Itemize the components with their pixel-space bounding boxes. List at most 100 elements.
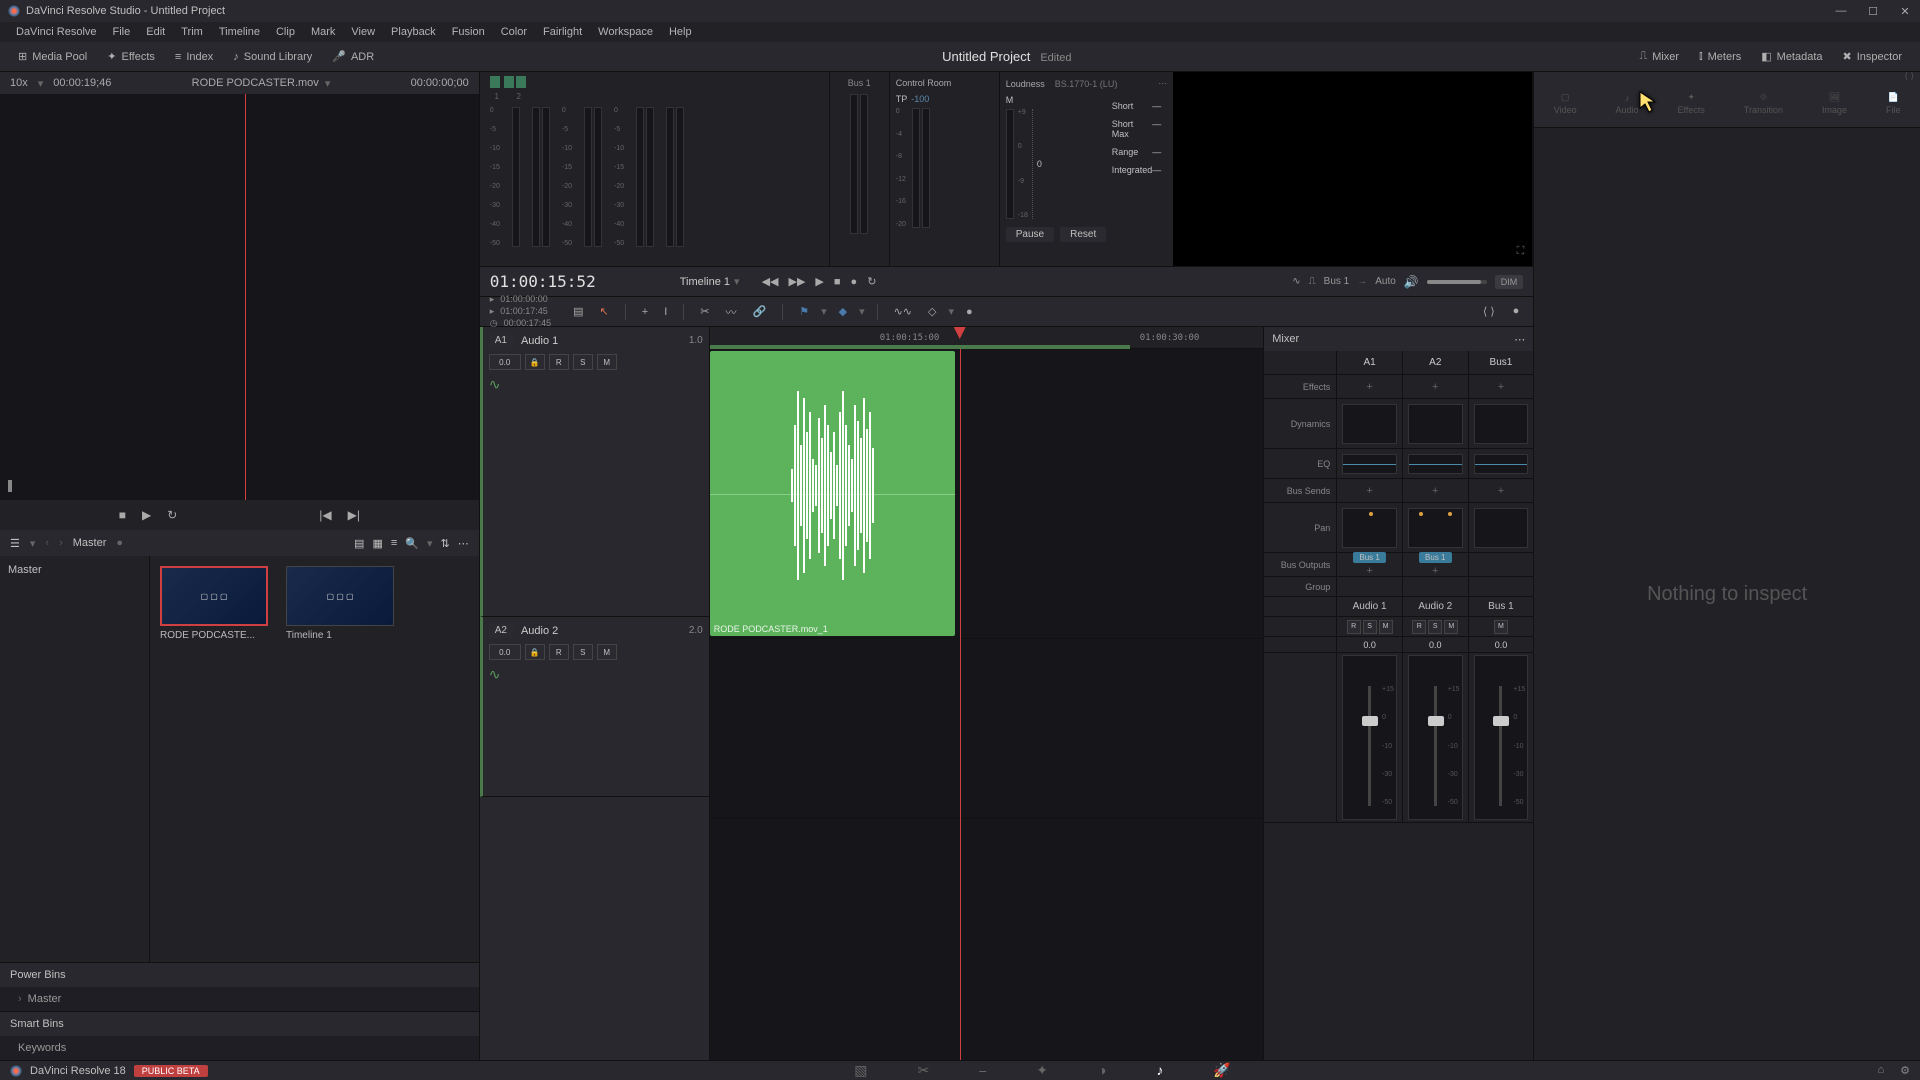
master-timecode[interactable]: 01:00:15:52 — [490, 272, 596, 291]
inspector-toggle[interactable]: ✖Inspector — [1835, 47, 1910, 66]
mixer-toggle[interactable]: ⎍Mixer — [1632, 47, 1688, 66]
meters-toggle[interactable]: ⫾Meters — [1691, 47, 1749, 66]
viewer-expand-icon[interactable]: ⛶ — [1517, 245, 1525, 258]
home-button[interactable]: ⌂ — [1877, 1064, 1884, 1077]
db-a1[interactable]: 0.0 — [1336, 637, 1402, 652]
dynamics-a1[interactable] — [1342, 404, 1397, 444]
zoom-slider[interactable]: ● — [1509, 303, 1524, 320]
menu-fairlight[interactable]: Fairlight — [535, 24, 590, 40]
group-a1[interactable] — [1336, 577, 1402, 596]
flag-tool[interactable]: ⚑ — [795, 303, 813, 320]
track-mute-a2[interactable]: M — [597, 644, 617, 660]
page-deliver[interactable]: 🚀 — [1213, 1062, 1230, 1079]
fastforward-button[interactable]: ▶▶ — [789, 275, 806, 288]
minimize-button[interactable]: — — [1834, 4, 1848, 18]
bin-view-strip[interactable]: ≡ — [391, 537, 397, 550]
playhead-line[interactable] — [960, 349, 961, 1060]
group-bus[interactable] — [1468, 577, 1534, 596]
track-lock-a1[interactable]: 🔒 — [525, 354, 545, 370]
prev-button[interactable]: |◀ — [319, 508, 331, 522]
page-fairlight[interactable]: ♪ — [1156, 1062, 1163, 1079]
db-a2[interactable]: 0.0 — [1402, 637, 1468, 652]
menu-trim[interactable]: Trim — [173, 24, 211, 40]
maximize-button[interactable]: ☐ — [1866, 4, 1880, 18]
timeline-selector[interactable]: Timeline 1▾ — [680, 275, 740, 288]
transient-tool[interactable]: 〰 — [721, 302, 740, 322]
page-cut[interactable]: ✂ — [917, 1062, 929, 1079]
pan-a1[interactable] — [1342, 508, 1397, 548]
bin-view-list[interactable]: ▤ — [354, 537, 364, 550]
range-tool[interactable]: + — [638, 304, 652, 320]
inspector-tab-video[interactable]: ▢Video — [1554, 92, 1577, 115]
clip-thumb-rode[interactable]: ▢ ▢ ▢ RODE PODCASTE... — [160, 566, 268, 641]
track-arm-a2[interactable]: R — [549, 644, 569, 660]
track-lane-a2[interactable] — [710, 639, 1264, 819]
index-button[interactable]: ≡Index — [167, 48, 221, 66]
db-bus[interactable]: 0.0 — [1468, 637, 1534, 652]
bus-out-a1[interactable]: Bus 1 — [1353, 552, 1385, 563]
timeline-view-icon[interactable]: ▤ — [569, 303, 587, 320]
clip-thumb-timeline[interactable]: ▢ ▢ ▢ Timeline 1 — [286, 566, 394, 641]
fx-add-a2[interactable]: + — [1432, 381, 1438, 393]
bin-nav-next[interactable]: › — [59, 537, 63, 549]
inspector-tab-image[interactable]: 🖼Image — [1822, 92, 1847, 115]
track-lock-a2[interactable]: 🔒 — [525, 644, 545, 660]
mixer-name-bus[interactable]: Bus 1 — [1468, 597, 1534, 616]
track-lane-a1[interactable]: RODE PODCASTER.mov_1 — [710, 349, 1264, 639]
bin-options[interactable]: ⋯ — [458, 537, 469, 550]
track-mute-a1[interactable]: M — [597, 354, 617, 370]
inspector-tab-effects[interactable]: ✦Effects — [1678, 92, 1705, 115]
mixer-name-a2[interactable]: Audio 2 — [1402, 597, 1468, 616]
mixer-ch-bus1[interactable]: Bus1 — [1468, 351, 1534, 374]
fx-add-a1[interactable]: + — [1366, 381, 1372, 393]
bin-search[interactable]: 🔍 — [405, 537, 419, 550]
bin-nav-prev[interactable]: ‹ — [45, 537, 49, 549]
menu-playback[interactable]: Playback — [383, 24, 444, 40]
dot-tool[interactable]: ● — [962, 304, 977, 320]
effects-button[interactable]: ✦Effects — [99, 47, 163, 66]
clip-name[interactable]: RODE PODCASTER.mov — [192, 77, 319, 89]
track-header-a2[interactable]: A2 Audio 2 2.0 0.0 🔒 R S M ∿ — [480, 617, 709, 797]
menu-davinci[interactable]: DaVinci Resolve — [8, 24, 105, 40]
metadata-toggle[interactable]: ◧Metadata — [1753, 47, 1830, 66]
inspector-tab-transition[interactable]: ⟐Transition — [1744, 92, 1783, 115]
send-add-bus[interactable]: + — [1498, 485, 1504, 497]
razor-tool[interactable]: ✂ — [696, 303, 713, 320]
playback-speed[interactable]: 10x — [10, 77, 28, 89]
bin-list-icon[interactable]: ☰ — [10, 537, 20, 550]
mixer-ch-a2[interactable]: A2 — [1402, 351, 1468, 374]
ch-r-a1[interactable]: R — [1347, 620, 1361, 634]
menu-file[interactable]: File — [105, 24, 139, 40]
smart-bins-header[interactable]: Smart Bins — [0, 1012, 479, 1036]
loudness-options[interactable]: ⋯ — [1158, 78, 1167, 89]
inspector-tab-audio[interactable]: ♪Audio — [1616, 93, 1639, 115]
fader-a2[interactable]: +150-10-30-50 — [1408, 655, 1463, 820]
dynamics-a2[interactable] — [1408, 404, 1463, 444]
close-button[interactable]: ✕ — [1898, 4, 1912, 18]
automation-icon[interactable]: ∿ — [1292, 276, 1300, 287]
media-pool-button[interactable]: ⊞Media Pool — [10, 47, 95, 66]
waveform-tool[interactable]: ∿∿ — [890, 303, 916, 320]
send-add-a2[interactable]: + — [1432, 485, 1438, 497]
ch-m-a2[interactable]: M — [1444, 620, 1458, 634]
track-solo-a2[interactable]: S — [573, 644, 593, 660]
menu-edit[interactable]: Edit — [138, 24, 173, 40]
time-ruler[interactable]: 01:00:15:00 01:00:30:00 — [710, 327, 1264, 349]
smart-bin-keywords[interactable]: Keywords — [18, 1042, 461, 1054]
selection-tool[interactable]: ↖ — [596, 303, 613, 320]
track-arm-a1[interactable]: R — [549, 354, 569, 370]
send-add-a1[interactable]: + — [1366, 485, 1372, 497]
track-gain-a1[interactable]: 0.0 — [489, 354, 521, 370]
tc-in-icon[interactable]: ▸ — [490, 294, 495, 305]
ch-m-bus[interactable]: M — [1494, 620, 1508, 634]
group-a2[interactable] — [1402, 577, 1468, 596]
track-header-a1[interactable]: A1 Audio 1 1.0 0.0 🔒 R S M ∿ — [480, 327, 709, 617]
dynamics-bus[interactable] — [1474, 404, 1529, 444]
zoom-out-tool[interactable]: ⟨ ⟩ — [1479, 303, 1499, 320]
snap-tool[interactable]: ◇ — [924, 303, 940, 320]
loudness-pause[interactable]: Pause — [1006, 227, 1054, 242]
track-gain-a2[interactable]: 0.0 — [489, 644, 521, 660]
adr-button[interactable]: 🎤ADR — [324, 47, 382, 66]
page-fusion[interactable]: ✦ — [1036, 1062, 1048, 1079]
bin-master-label[interactable]: Master — [73, 537, 107, 549]
